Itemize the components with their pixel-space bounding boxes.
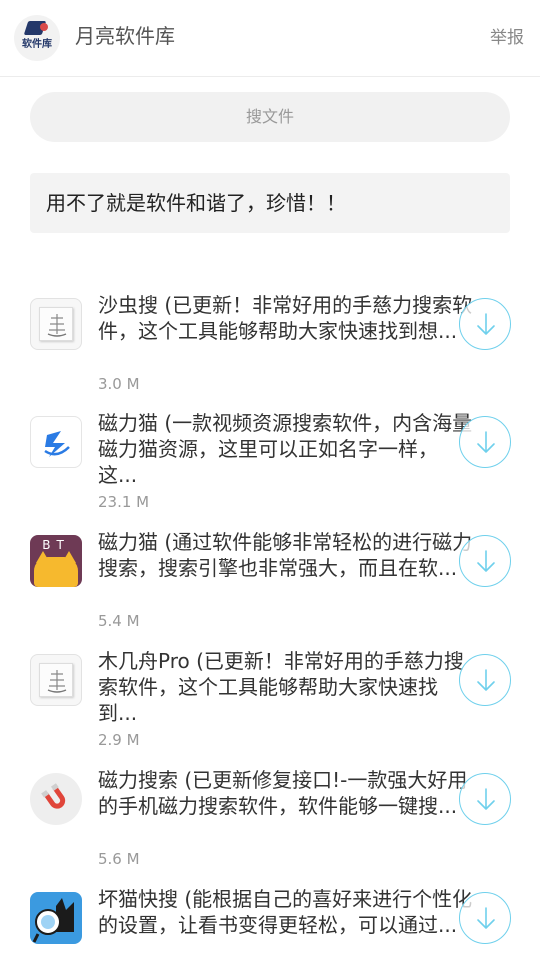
item-size: 3.0 M bbox=[98, 375, 140, 393]
item-size: 5.4 M bbox=[98, 612, 140, 630]
logo-text: 软件库 bbox=[22, 39, 52, 50]
item-size: 5.6 M bbox=[98, 850, 140, 868]
download-button[interactable] bbox=[459, 535, 511, 587]
bt-cat-icon: BT bbox=[30, 535, 82, 587]
search-input[interactable]: 搜文件 bbox=[30, 92, 510, 142]
ship-icon bbox=[30, 654, 82, 706]
download-button[interactable] bbox=[459, 416, 511, 468]
download-button[interactable] bbox=[459, 654, 511, 706]
ship-icon bbox=[30, 298, 82, 350]
bt-label: BT bbox=[42, 538, 70, 552]
app-name: 月亮软件库 bbox=[75, 24, 175, 48]
list-item[interactable]: 沙虫搜 (已更新！非常好用的手慈力搜索软件，这个工具能够帮助大家快速找到想...… bbox=[0, 292, 540, 402]
download-arrow-icon bbox=[477, 550, 495, 572]
download-arrow-icon bbox=[477, 313, 495, 335]
item-title: 磁力搜索 (已更新修复接口!-一款强大好用的手机磁力搜索软件，软件能够一键搜..… bbox=[98, 768, 468, 818]
app-header: 软件库 月亮软件库 举报 bbox=[0, 0, 540, 77]
download-arrow-icon bbox=[477, 431, 495, 453]
item-size: 2.9 M bbox=[98, 731, 140, 749]
download-arrow-icon bbox=[477, 907, 495, 929]
magnet-cat-icon bbox=[30, 416, 82, 468]
download-button[interactable] bbox=[459, 298, 511, 350]
magnet-icon bbox=[30, 773, 82, 825]
app-logo: 软件库 bbox=[14, 15, 60, 61]
download-button[interactable] bbox=[459, 773, 511, 825]
item-title: 木几舟Pro (已更新！非常好用的手慈力搜索软件，这个工具能够帮助大家快速找到.… bbox=[98, 649, 464, 725]
logo-dot-icon bbox=[40, 23, 48, 31]
item-title: 磁力猫 (通过软件能够非常轻松的进行磁力搜索，搜索引擎也非常强大，而且在软... bbox=[98, 530, 473, 580]
download-arrow-icon bbox=[477, 669, 495, 691]
item-title: 磁力猫 (一款视频资源搜索软件，内含海量磁力猫资源，这里可以正如名字一样，这..… bbox=[98, 411, 473, 487]
list-item[interactable]: 磁力搜索 (已更新修复接口!-一款强大好用的手机磁力搜索软件，软件能够一键搜..… bbox=[0, 767, 540, 877]
download-arrow-icon bbox=[477, 788, 495, 810]
list-item[interactable]: 坏猫快搜 (能根据自己的喜好来进行个性化的设置，让看书变得更轻松，可以通过... bbox=[0, 886, 540, 960]
list-item[interactable]: BT 磁力猫 (通过软件能够非常轻松的进行磁力搜索，搜索引擎也非常强大，而且在软… bbox=[0, 529, 540, 639]
list-item[interactable]: 木几舟Pro (已更新！非常好用的手慈力搜索软件，这个工具能够帮助大家快速找到.… bbox=[0, 648, 540, 758]
list-item[interactable]: 磁力猫 (一款视频资源搜索软件，内含海量磁力猫资源，这里可以正如名字一样，这..… bbox=[0, 410, 540, 520]
notice-banner: 用不了就是软件和谐了，珍惜！！ bbox=[30, 173, 510, 233]
item-size: 23.1 M bbox=[98, 493, 150, 511]
download-button[interactable] bbox=[459, 892, 511, 944]
bad-cat-icon bbox=[30, 892, 82, 944]
item-title: 坏猫快搜 (能根据自己的喜好来进行个性化的设置，让看书变得更轻松，可以通过... bbox=[98, 887, 473, 937]
report-button[interactable]: 举报 bbox=[490, 26, 524, 50]
item-title: 沙虫搜 (已更新！非常好用的手慈力搜索软件，这个工具能够帮助大家快速找到想... bbox=[98, 293, 473, 343]
